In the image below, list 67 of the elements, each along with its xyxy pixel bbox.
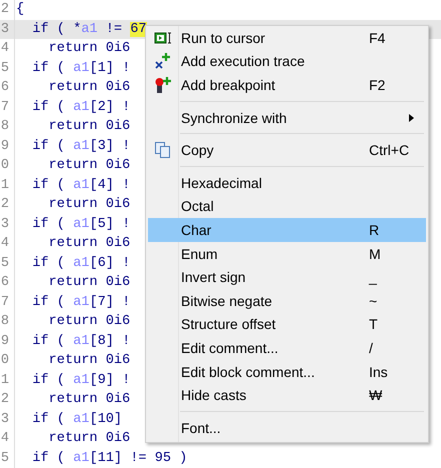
code-line: if ( a1[1] !	[31, 60, 130, 76]
code-line: return 0i6	[48, 236, 130, 252]
menu-item[interactable]: Structure offset T	[148, 312, 426, 336]
code-line: {	[15, 2, 24, 18]
menu-item[interactable]: Edit block comment... Ins	[148, 360, 426, 384]
line-number: 4	[0, 234, 15, 254]
line-number: 6	[0, 78, 15, 98]
code-line: return 0i6	[48, 392, 130, 408]
menu-item[interactable]: Invert sign _	[148, 265, 426, 289]
menu-item[interactable]: Enum M	[148, 242, 426, 266]
line-number: 8	[0, 117, 15, 136]
line-number: 3	[0, 410, 15, 429]
line-number: 3	[0, 214, 15, 234]
line-number: 6	[0, 273, 15, 292]
code-line: return 0i6	[48, 431, 130, 446]
run-to-cursor-icon	[154, 30, 172, 46]
line-number: 1	[0, 370, 15, 390]
line-number: 2	[0, 195, 15, 214]
menu-item[interactable]: Run to cursor F4	[148, 26, 426, 50]
line-number: 5	[0, 58, 15, 78]
code-line: return 0i6	[48, 314, 130, 330]
line-number: 3	[0, 20, 15, 39]
code-line: if ( a1[3] !	[31, 138, 130, 154]
menu-item[interactable]: Add execution trace	[148, 50, 426, 74]
code-line: if ( a1[6] !	[31, 256, 130, 271]
menu-item[interactable]: Add breakpoint F2	[148, 73, 426, 97]
code-line: return 0i6	[48, 353, 130, 368]
menu-item[interactable]: Edit comment... /	[148, 336, 426, 360]
menu-item[interactable]: Octal	[148, 194, 426, 218]
code-line: if ( a1[2] !	[31, 100, 130, 115]
copy-icon	[154, 141, 172, 160]
code-line: return 0i6	[48, 80, 130, 96]
code-line: return 0i6	[48, 119, 130, 134]
menu-item[interactable]: Copy Ctrl+C	[148, 138, 426, 162]
submenu-arrow-icon	[409, 114, 414, 122]
breakpoint-plus-icon	[154, 76, 172, 94]
line-number: 9	[0, 136, 15, 156]
code-line: if ( a1[10]	[31, 412, 122, 427]
code-line: return 0i6	[48, 197, 130, 212]
code-line: if ( a1[4] !	[31, 178, 130, 193]
code-line: if ( a1[9] !	[31, 372, 130, 388]
line-number: 1	[0, 176, 15, 195]
line-number: 4	[0, 39, 15, 58]
code-line: return 0i6	[48, 158, 130, 174]
line-number: 8	[0, 312, 15, 332]
code-line: if ( a1[7] !	[31, 294, 130, 310]
line-number: 7	[0, 292, 15, 312]
line-number: 5	[0, 254, 15, 273]
variable-plus-icon	[154, 52, 172, 70]
code-line: return 0i6	[48, 41, 130, 56]
menu-item[interactable]: Bitwise negate ~	[148, 288, 426, 313]
line-number: 5	[0, 448, 15, 468]
code-line: if ( a1[5] !	[31, 216, 130, 232]
line-number: 4	[0, 429, 15, 448]
line-number: 0	[0, 351, 15, 370]
menu-item[interactable]: Char R	[148, 218, 426, 242]
line-number: 9	[0, 332, 15, 351]
menu-item[interactable]: Synchronize with	[148, 106, 426, 130]
line-number: 0	[0, 156, 15, 176]
line-number: 2	[0, 390, 15, 410]
line-number: 7	[0, 98, 15, 117]
menu-item[interactable]: Font...	[148, 416, 426, 440]
menu-item[interactable]: Hexadecimal	[148, 170, 426, 195]
code-line: return 0i6	[48, 275, 130, 290]
code-line: if ( a1[11] != 95 )	[31, 450, 188, 466]
code-line: if ( a1[8] !	[31, 334, 130, 349]
menu-item[interactable]: Hide casts ₩	[148, 383, 426, 407]
